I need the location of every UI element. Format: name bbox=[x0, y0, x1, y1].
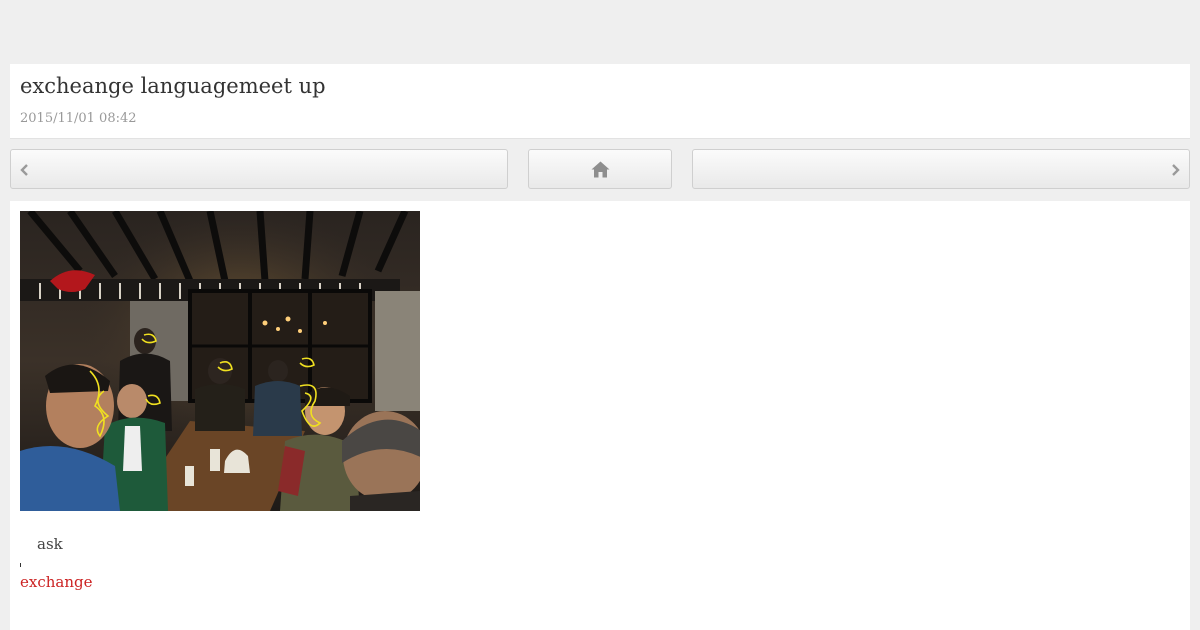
post-caption: ask bbox=[37, 535, 63, 553]
post-title: excheange languagemeet up bbox=[20, 74, 326, 98]
chevron-left-icon bbox=[20, 164, 28, 176]
post-content: ask exchange bbox=[10, 201, 1190, 630]
chevron-right-icon bbox=[1172, 164, 1180, 176]
separator-dot bbox=[20, 563, 21, 567]
home-icon bbox=[591, 161, 610, 178]
post-date: 2015/11/01 08:42 bbox=[20, 111, 137, 126]
post-header: excheange languagemeet up 2015/11/01 08:… bbox=[10, 64, 1190, 139]
meetup-photo[interactable] bbox=[20, 211, 420, 511]
previous-post-button[interactable] bbox=[10, 149, 508, 189]
next-post-button[interactable] bbox=[692, 149, 1190, 189]
home-button[interactable] bbox=[528, 149, 672, 189]
exchange-tag-link[interactable]: exchange bbox=[20, 573, 92, 591]
